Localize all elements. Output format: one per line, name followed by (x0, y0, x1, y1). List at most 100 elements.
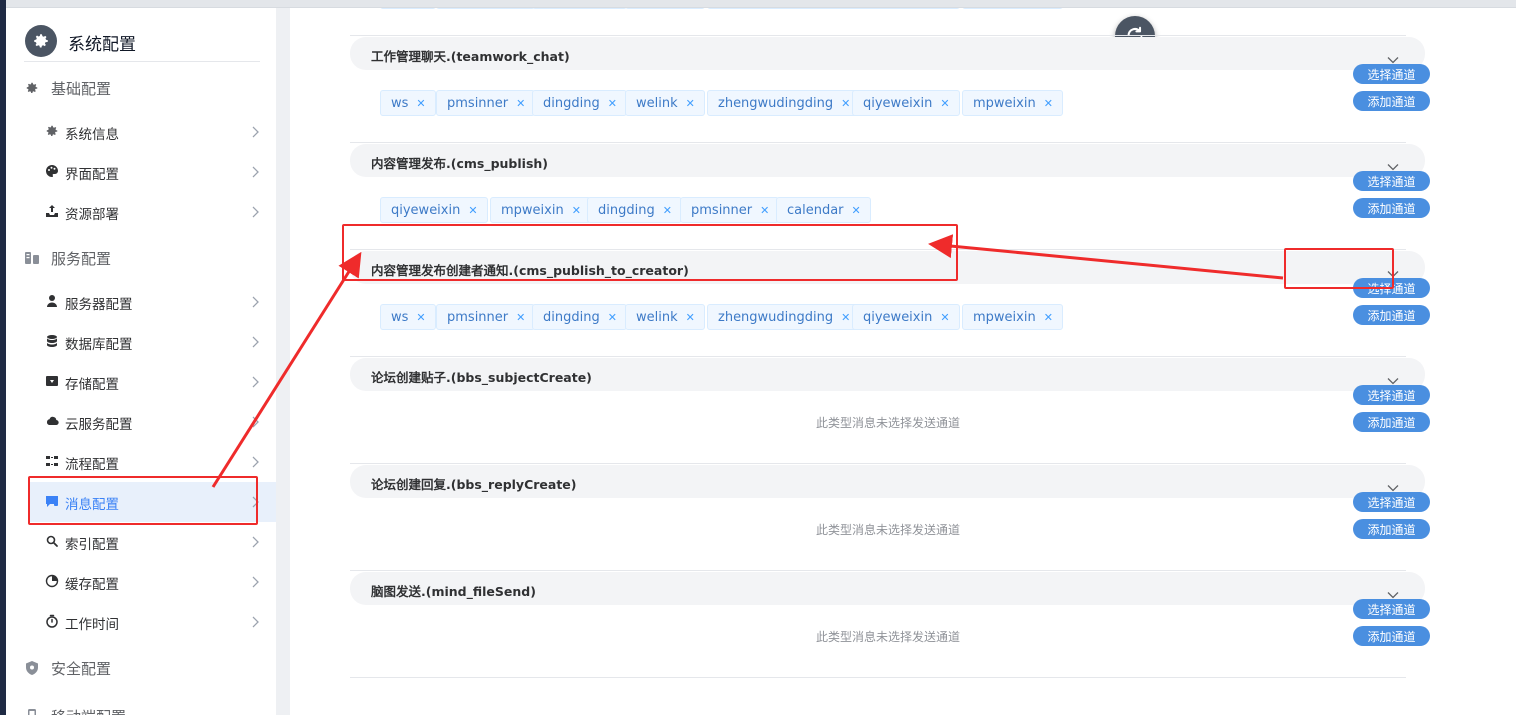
add-channel-button[interactable]: 添加通道 (1353, 91, 1430, 111)
database-icon (45, 334, 59, 348)
sidebar-group-mobile[interactable]: 移动端配置 (24, 704, 126, 715)
channel-tag-label: welink (636, 95, 678, 111)
sidebar-divider (276, 8, 290, 715)
chevron-down-icon[interactable] (1387, 584, 1399, 599)
sidebar-item-label: 系统信息 (65, 127, 119, 143)
close-icon[interactable]: ✕ (852, 204, 861, 217)
channel-tag: qiyeweixin ✕ (380, 197, 488, 223)
sidebar-item-storage[interactable]: 存储配置 (28, 362, 282, 402)
sidebar-header: 系统配置 (24, 25, 260, 62)
close-icon[interactable]: ✕ (841, 97, 850, 110)
select-channel-button[interactable]: 选择通道 (1353, 171, 1430, 191)
sidebar-item-cloud[interactable]: 云服务配置 (28, 402, 282, 442)
close-icon[interactable]: ✕ (760, 204, 769, 217)
select-channel-button[interactable]: 选择通道 (1353, 64, 1430, 84)
top-bar (0, 0, 1516, 8)
close-icon[interactable]: ✕ (416, 311, 425, 324)
sidebar-item-gear[interactable]: 系统信息 (28, 112, 282, 152)
chevron-right-icon (250, 204, 260, 218)
close-icon[interactable]: ✕ (468, 204, 477, 217)
channel-tag-label: ws (391, 95, 409, 111)
close-icon[interactable]: ✕ (1044, 311, 1053, 324)
channel-tag-list: ws✕pmsinner✕dingding✕welink✕zhengwudingd… (380, 304, 1380, 330)
select-channel-button[interactable]: 选择通道 (1353, 492, 1430, 512)
chevron-right-icon (250, 574, 260, 588)
select-channel-button[interactable]: 选择通道 (1353, 599, 1430, 619)
channel-tag-label: pmsinner (447, 309, 509, 325)
channel-tag: dingding ✕ (532, 304, 627, 330)
sidebar-item-palette[interactable]: 界面配置 (28, 152, 282, 192)
channel-tag-label: welink (636, 309, 678, 325)
sidebar-group-label: 移动端配置 (51, 706, 126, 715)
channel-tag-label: calendar (787, 202, 844, 218)
sidebar-group-shield[interactable]: 安全配置 (24, 656, 111, 680)
add-channel-button[interactable]: 添加通道 (1353, 519, 1430, 539)
chevron-down-icon[interactable] (1387, 370, 1399, 385)
channel-tag: zhengwudingding ✕ (707, 90, 861, 116)
channel-tag: calendar ✕ (776, 197, 871, 223)
channel-tag: welink ✕ (625, 304, 705, 330)
chevron-down-icon[interactable] (1387, 156, 1399, 171)
close-icon[interactable]: ✕ (608, 311, 617, 324)
channel-tag: welink✕ (625, 8, 705, 9)
sidebar-item-timer[interactable]: 工作时间 (28, 602, 282, 642)
select-channel-button[interactable]: 选择通道 (1353, 385, 1430, 405)
add-channel-button[interactable]: 添加通道 (1353, 412, 1430, 432)
sidebar-item-search[interactable]: 索引配置 (28, 522, 282, 562)
pie-icon (45, 574, 59, 588)
close-icon[interactable]: ✕ (516, 97, 525, 110)
channel-tag: mpweixin✕ (962, 8, 1063, 9)
sidebar-item-deploy[interactable]: 资源部署 (28, 192, 282, 232)
channel-tag-label: pmsinner (691, 202, 753, 218)
channel-tag-list: ws✕pmsinner✕dingding✕welink✕zhengwudingd… (380, 90, 1380, 116)
settings-logo-icon (25, 25, 57, 57)
mobile-icon (24, 708, 40, 715)
channel-tag: ws ✕ (380, 90, 436, 116)
app-root: 系统配置 基础配置服务配置安全配置移动端配置 系统信息界面配置资源部署服务器配置数… (0, 0, 1516, 715)
channel-tag: dingding ✕ (532, 90, 627, 116)
close-icon[interactable]: ✕ (608, 97, 617, 110)
flow-icon (45, 454, 59, 468)
close-icon[interactable]: ✕ (940, 311, 949, 324)
channel-row: ws✕pmsinner✕dingding✕welink✕zhengwudingd… (350, 278, 1430, 357)
close-icon[interactable]: ✕ (686, 311, 695, 324)
section-header[interactable]: 论坛创建回复.(bbs_replyCreate) (350, 465, 1425, 498)
sidebar-item-database[interactable]: 数据库配置 (28, 322, 282, 362)
add-channel-button[interactable]: 添加通道 (1353, 626, 1430, 646)
close-icon[interactable]: ✕ (686, 97, 695, 110)
sidebar-group-gear[interactable]: 基础配置 (24, 76, 111, 100)
channel-tag-label: mpweixin (501, 202, 564, 218)
chevron-right-icon (250, 334, 260, 348)
chevron-down-icon[interactable] (1387, 477, 1399, 492)
channel-tag-label: dingding (543, 309, 600, 325)
close-icon[interactable]: ✕ (416, 97, 425, 110)
chevron-right-icon (250, 414, 260, 428)
close-icon[interactable]: ✕ (663, 204, 672, 217)
sidebar-group-server[interactable]: 服务配置 (24, 246, 111, 270)
sidebar-group-label: 服务配置 (51, 249, 112, 268)
section-header[interactable]: 脑图发送.(mind_fileSend) (350, 572, 1425, 605)
close-icon[interactable]: ✕ (572, 204, 581, 217)
section-header[interactable]: 论坛创建贴子.(bbs_subjectCreate) (350, 358, 1425, 391)
close-icon[interactable]: ✕ (841, 311, 850, 324)
chevron-right-icon (250, 294, 260, 308)
section-header[interactable]: 内容管理发布.(cms_publish) (350, 144, 1425, 177)
channel-tag-list: qiyeweixin ✕ mpweixin ✕ dingding ✕ pmsinner ✕ ca… (380, 197, 1380, 223)
close-icon[interactable]: ✕ (516, 311, 525, 324)
sidebar-item-pie[interactable]: 缓存配置 (28, 562, 282, 602)
add-channel-button[interactable]: 添加通道 (1353, 198, 1430, 218)
channel-tag: pmsinner ✕ (680, 197, 780, 223)
add-channel-button[interactable]: 添加通道 (1353, 305, 1430, 325)
sidebar-item-server-node[interactable]: 服务器配置 (28, 282, 282, 322)
empty-channel-text: 此类型消息未选择发送通道 (816, 630, 961, 644)
section-header[interactable]: 工作管理聊天.(teamwork_chat) (350, 37, 1425, 70)
channel-tag-list: ws✕pmsinner✕dingding✕welink✕zhengwudingd… (380, 8, 1380, 9)
section-title: 论坛创建回复.(bbs_replyCreate) (371, 477, 577, 492)
channel-tag: qiyeweixin ✕ (852, 304, 960, 330)
channel-tag: ws✕ (380, 8, 436, 9)
close-icon[interactable]: ✕ (940, 97, 949, 110)
server-node-icon (45, 294, 59, 308)
channel-tag-label: pmsinner (447, 95, 509, 111)
chevron-down-icon[interactable] (1387, 49, 1399, 64)
close-icon[interactable]: ✕ (1044, 97, 1053, 110)
